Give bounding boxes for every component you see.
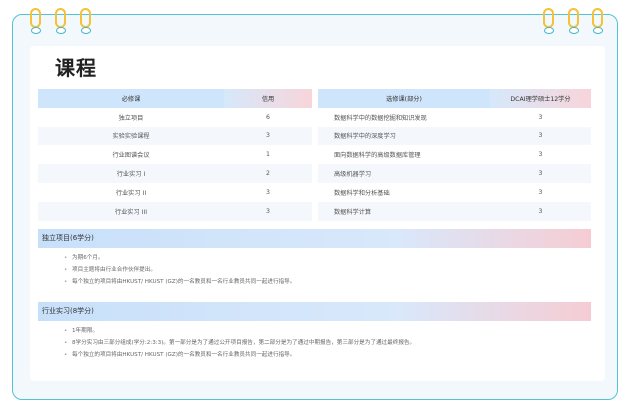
independent-project-list: 为期6个月。 项目主题将由行业合作伙伴提出。 每个独立的项目将由HKUST/ H… <box>64 252 295 288</box>
course-credit: 3 <box>490 126 591 146</box>
course-credit: 3 <box>266 188 270 196</box>
table-row: 独立项目 6 <box>38 108 312 127</box>
binder-ring-icon <box>80 8 94 34</box>
course-name: 数据科学计算 <box>318 201 490 221</box>
course-credit: 3 <box>224 126 312 146</box>
course-name: 独立项目 <box>118 114 144 122</box>
course-credit: 3 <box>224 201 312 221</box>
course-name: 行业图谱会议 <box>112 152 150 160</box>
course-credit: 3 <box>538 188 543 196</box>
list-item: 每个独立的项目将由HKUST/ HKUST (GZ)的一名教员和一名行业教员共同… <box>64 276 295 288</box>
table-row: 行业实习 II 3 <box>38 183 312 202</box>
course-credit: 1 <box>266 151 270 159</box>
binder-ring-icon <box>568 8 582 34</box>
course-credit: 3 <box>538 151 543 159</box>
section-header-internship: 行业实习(8学分) <box>38 302 591 321</box>
course-name: 数据科学中的深度学习 <box>318 126 490 146</box>
list-item: 8学分实习由三部分组成(学分:2:3:3)。第一部分是为了通过公开项目报告，第二… <box>64 337 415 349</box>
page-title: 课程 <box>55 56 97 80</box>
binder-ring-icon <box>30 8 44 34</box>
course-credit: 2 <box>224 164 312 183</box>
course-name: 实验实验课程 <box>38 126 224 146</box>
table-row: 面向数据科学的高级数据库管理 3 <box>318 145 591 164</box>
course-credit: 6 <box>266 113 270 121</box>
course-credit: 3 <box>490 164 591 183</box>
course-name: 数据科学中的数据挖掘和知识发现 <box>334 114 427 122</box>
internship-list: 1年期限。 8学分实习由三部分组成(学分:2:3:3)。第一部分是为了通过公开项… <box>64 325 415 361</box>
table-row: 高级机器学习 3 <box>318 164 591 183</box>
list-item: 每个独立的项目将由HKUST/ HKUST (GZ)的一名教员和一名行业教员共同… <box>64 349 415 361</box>
required-courses-table: 必修课 信用 独立项目 6 实验实验课程 3 行业图谱会议 1 行业实习 I2 行业实… <box>38 89 312 221</box>
course-credit: 3 <box>538 113 543 121</box>
table-row: 数据科学计算 3 <box>318 201 591 221</box>
course-name: 数据科学和分析基础 <box>334 189 390 197</box>
table-row: 数据科学中的数据挖掘和知识发现 3 <box>318 108 591 127</box>
list-item: 项目主题将由行业合作伙伴提出。 <box>64 264 295 276</box>
course-name: 行业实习 III <box>38 201 224 221</box>
table-row: 行业实习 I2 <box>38 164 312 183</box>
course-credit: 3 <box>490 201 591 221</box>
list-item: 1年期限。 <box>64 325 415 337</box>
table-row: 行业实习 III 3 <box>38 201 312 221</box>
course-name: 面向数据科学的高级数据库管理 <box>334 152 421 160</box>
section-header-independent-project: 独立项目(6学分) <box>38 229 591 248</box>
course-name: 行业实习 I <box>38 164 224 183</box>
binder-ring-icon <box>55 8 69 34</box>
table-row: 数据科学和分析基础 3 <box>318 183 591 202</box>
column-header: 必修课 <box>38 89 224 108</box>
binder-ring-icon <box>592 8 606 34</box>
list-item: 为期6个月。 <box>64 252 295 264</box>
course-name: 行业实习 II <box>115 189 147 197</box>
binder-ring-icon <box>543 8 557 34</box>
table-row: 数据科学中的深度学习 3 <box>318 126 591 146</box>
column-header: 选修课(部分) <box>318 89 490 108</box>
course-name: 高级机器学习 <box>318 164 490 183</box>
table-row: 实验实验课程 3 <box>38 126 312 146</box>
column-header: 信用 <box>224 89 312 108</box>
table-row: 行业图谱会议 1 <box>38 145 312 164</box>
elective-courses-table: 选修课(部分) DCAI理学硕士12学分 数据科学中的数据挖掘和知识发现 3 数据… <box>318 89 591 221</box>
column-header: DCAI理学硕士12学分 <box>490 89 591 108</box>
